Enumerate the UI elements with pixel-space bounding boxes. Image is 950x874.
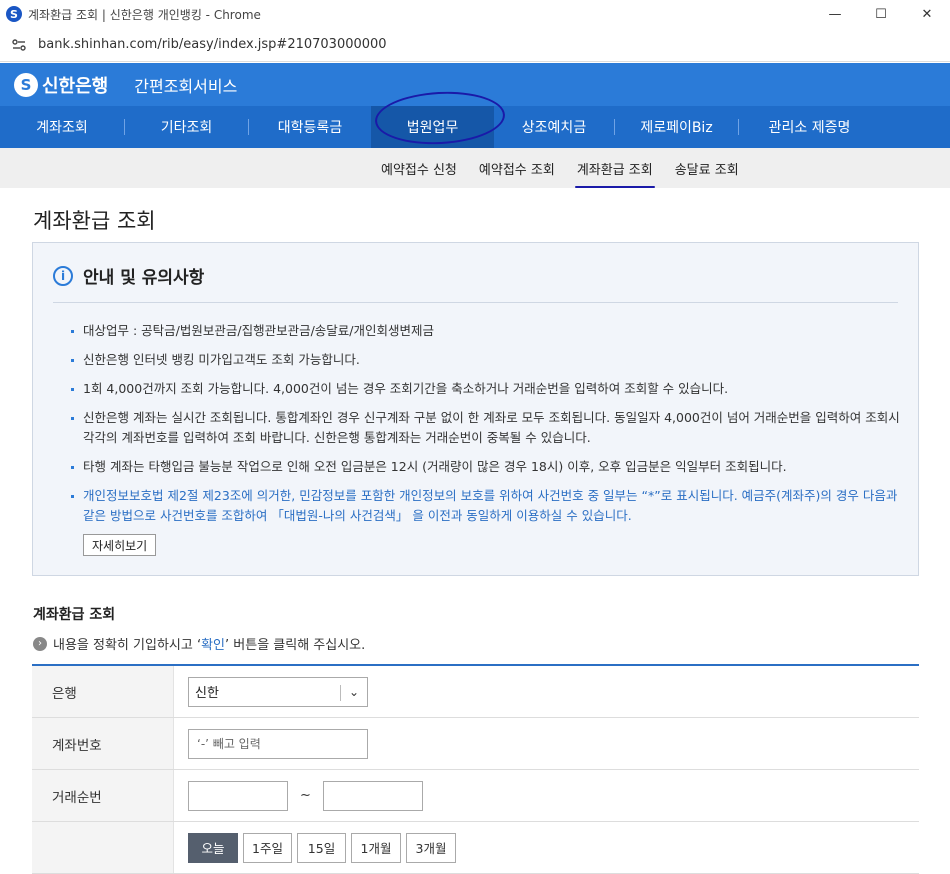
bank-label: 은행 xyxy=(32,666,174,717)
hint-text-emphasis: 확인 xyxy=(201,638,226,653)
brand-name: 신한은행 xyxy=(42,75,109,96)
nav-item-office-certificate[interactable]: 관리소 제증명 xyxy=(739,106,880,148)
account-number-input[interactable]: ‘-’ 빼고 입력 xyxy=(188,728,368,759)
period-label xyxy=(32,822,174,873)
notice-item: 대상업무 : 공탁금/법원보관금/집행관보관금/송달료/개인회생변제금 xyxy=(71,321,901,341)
url-text[interactable]: bank.shinhan.com/rib/easy/index.jsp#2107… xyxy=(38,37,387,52)
period-3months-button[interactable]: 3개월 xyxy=(406,832,456,863)
window-controls: — ☐ ✕ xyxy=(812,0,950,28)
chevron-down-icon: ⌄ xyxy=(348,684,359,699)
nav-item-funeral-deposit[interactable]: 상조예치금 xyxy=(494,106,614,148)
notice-header: i 안내 및 유의사항 xyxy=(53,263,204,288)
notice-list: 대상업무 : 공탁금/법원보관금/집행관보관금/송달료/개인회생변제금 신한은행… xyxy=(71,321,901,535)
minimize-icon[interactable]: — xyxy=(812,0,858,28)
info-icon: i xyxy=(53,265,73,286)
bank-select-value: 신한 xyxy=(195,686,219,701)
notice-item: 신한은행 인터넷 뱅킹 미가입고객도 조회 가능합니다. xyxy=(71,350,901,370)
nav-item-tuition[interactable]: 대학등록금 xyxy=(249,106,371,148)
select-divider xyxy=(340,684,341,701)
site-header: S 신한은행 간편조회서비스 xyxy=(0,63,950,106)
window-title: 계좌환급 조회 | 신한은행 개인뱅킹 - Chrome xyxy=(28,7,261,22)
notice-item-privacy: 개인정보보호법 제2절 제23조에 의거한, 민감정보를 포함한 개인정보의 보… xyxy=(71,486,901,526)
sub-nav: 예약접수 신청 예약접수 조회 계좌환급 조회 송달료 조회 xyxy=(0,148,950,188)
form-row-bank: 은행 신한 ⌄ xyxy=(32,666,919,718)
nav-item-account-inquiry[interactable]: 계좌조회 xyxy=(0,106,124,148)
form-hint: › 내용을 정확히 기입하시고 ‘확인’ 버튼을 클릭해 주십시오. xyxy=(33,634,365,653)
service-name[interactable]: 간편조회서비스 xyxy=(134,73,237,97)
form-section-title: 계좌환급 조회 xyxy=(33,607,116,623)
seq-to-input[interactable] xyxy=(322,780,423,811)
shinhan-logo-icon: S xyxy=(14,72,38,97)
form-row-seq: 거래순번 ~ xyxy=(32,770,919,822)
subnav-item-refund-inquiry[interactable]: 계좌환급 조회 xyxy=(574,159,655,188)
range-tilde: ~ xyxy=(300,788,311,803)
subnav-item-reservation-apply[interactable]: 예약접수 신청 xyxy=(381,159,457,178)
notice-box: i 안내 및 유의사항 대상업무 : 공탁금/법원보관금/집행관보관금/송달료/… xyxy=(32,242,919,576)
seq-label: 거래순번 xyxy=(32,770,174,821)
maximize-icon[interactable]: ☐ xyxy=(858,0,904,28)
period-today-button[interactable]: 오늘 xyxy=(188,832,238,863)
page-title: 계좌환급 조회 xyxy=(33,209,156,233)
period-1week-button[interactable]: 1주일 xyxy=(243,832,292,863)
detail-view-button[interactable]: 자세히보기 xyxy=(83,534,157,556)
main-nav: 계좌조회 기타조회 대학등록금 법원업무 상조예치금 제로페이Biz 관리소 제… xyxy=(0,106,950,148)
shinhan-favicon-icon: S xyxy=(6,6,22,22)
brand-logo-link[interactable]: S 신한은행 xyxy=(14,72,108,98)
subnav-item-reservation-inquiry[interactable]: 예약접수 조회 xyxy=(479,159,555,178)
period-1month-button[interactable]: 1개월 xyxy=(351,832,401,863)
refund-inquiry-form: 은행 신한 ⌄ 계좌번호 ‘-’ 빼고 입력 거래순번 ~ 오늘 1주일 15일… xyxy=(32,664,919,874)
notice-item: 1회 4,000건까지 조회 가능합니다. 4,000건이 넘는 경우 조회기간… xyxy=(71,379,901,399)
chevron-right-icon: › xyxy=(33,636,47,651)
form-row-period: 오늘 1주일 15일 1개월 3개월 xyxy=(32,822,919,874)
browser-titlebar: S 계좌환급 조회 | 신한은행 개인뱅킹 - Chrome — ☐ ✕ xyxy=(0,0,950,28)
nav-item-zeropay-biz[interactable]: 제로페이Biz xyxy=(615,106,738,148)
account-label: 계좌번호 xyxy=(32,718,174,769)
seq-from-input[interactable] xyxy=(188,780,288,811)
period-15days-button[interactable]: 15일 xyxy=(297,832,346,863)
hint-text-prefix: 내용을 정확히 기입하시고 ‘ xyxy=(53,638,202,653)
notice-divider xyxy=(53,302,898,303)
address-bar[interactable]: bank.shinhan.com/rib/easy/index.jsp#2107… xyxy=(0,28,950,62)
site-settings-icon[interactable] xyxy=(10,36,28,54)
nav-item-other-inquiry[interactable]: 기타조회 xyxy=(125,106,248,148)
form-row-account: 계좌번호 ‘-’ 빼고 입력 xyxy=(32,718,919,770)
subnav-item-delivery-fee-inquiry[interactable]: 송달료 조회 xyxy=(675,159,739,178)
notice-title: 안내 및 유의사항 xyxy=(83,268,205,288)
notice-item: 타행 계좌는 타행입금 불능분 작업으로 인해 오전 입금분은 12시 (거래량… xyxy=(71,457,901,477)
nav-item-court-services[interactable]: 법원업무 xyxy=(371,106,494,148)
notice-item: 신한은행 계좌는 실시간 조회됩니다. 통합계좌인 경우 신구계좌 구분 없이 … xyxy=(71,408,901,448)
close-icon[interactable]: ✕ xyxy=(904,0,950,28)
hint-text-suffix: ’ 버튼을 클릭해 주십시오. xyxy=(225,638,366,653)
bank-select[interactable]: 신한 ⌄ xyxy=(188,676,368,707)
